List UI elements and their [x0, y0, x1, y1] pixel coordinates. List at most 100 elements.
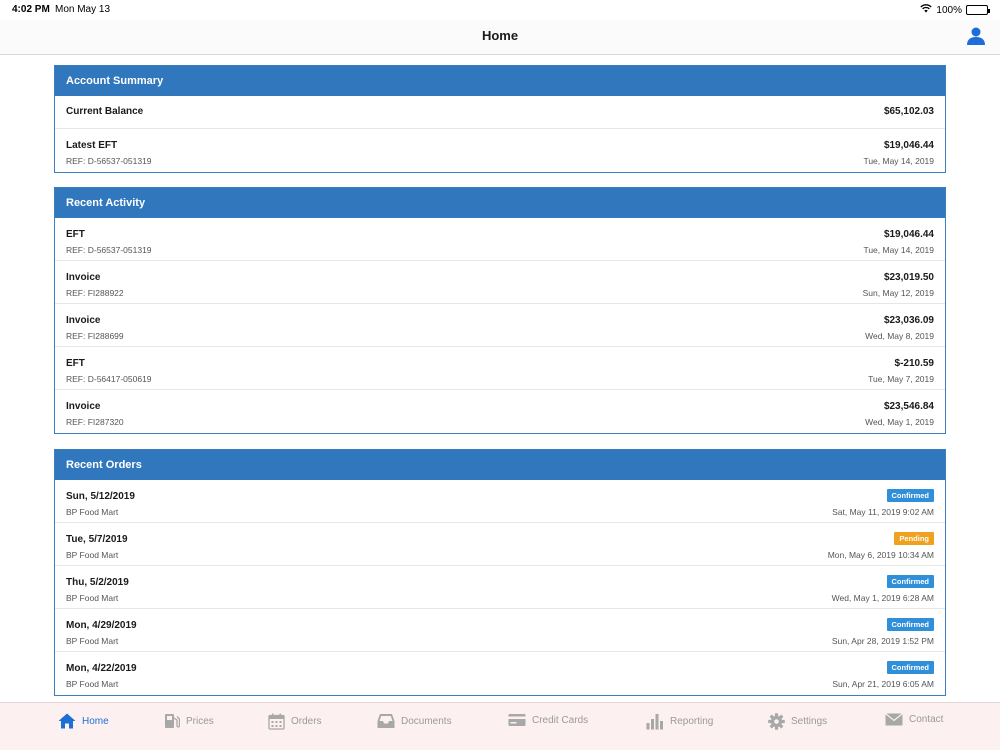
nav-bar: Home: [0, 20, 1000, 55]
account-summary-card: Account Summary Current Balance $65,102.…: [54, 65, 946, 173]
order-store: BP Food Mart: [66, 550, 119, 560]
inbox-icon: [377, 714, 395, 728]
list-item[interactable]: Invoice REF: FI288922 $23,019.50 Sun, Ma…: [55, 261, 945, 304]
order-timestamp: Sun, Apr 28, 2019 1:52 PM: [831, 636, 934, 646]
recent-orders-header: Recent Orders: [55, 450, 945, 480]
current-balance-label: Current Balance: [66, 106, 144, 117]
envelope-icon: [885, 713, 903, 726]
list-item[interactable]: Invoice REF: FI288699 $23,036.09 Wed, Ma…: [55, 304, 945, 347]
battery-percent: 100%: [936, 4, 962, 16]
latest-eft-row[interactable]: Latest EFT REF: D-56537-051319 $19,046.4…: [55, 129, 945, 172]
tab-documents[interactable]: Documents: [377, 713, 452, 729]
list-item[interactable]: Tue, 5/7/2019 BP Food Mart Pending Mon, …: [55, 523, 945, 566]
activity-date: Tue, May 14, 2019: [863, 245, 934, 255]
user-profile-button[interactable]: [966, 26, 986, 46]
order-store: BP Food Mart: [66, 593, 119, 603]
order-date: Sun, 5/12/2019: [66, 491, 135, 502]
activity-amount: $23,036.09: [883, 315, 934, 326]
activity-amount: $23,019.50: [883, 272, 934, 283]
bar-chart-icon: [646, 714, 663, 730]
order-timestamp: Wed, May 1, 2019 6:28 AM: [831, 593, 934, 603]
order-timestamp: Sat, May 11, 2019 9:02 AM: [832, 507, 934, 517]
order-store: BP Food Mart: [66, 679, 119, 689]
activity-ref: REF: FI288699: [66, 331, 124, 341]
tab-orders[interactable]: Orders: [268, 713, 322, 730]
tab-label: Prices: [186, 715, 214, 727]
status-badge: Confirmed: [886, 489, 934, 502]
order-store: BP Food Mart: [66, 636, 119, 646]
main-content: Account Summary Current Balance $65,102.…: [0, 55, 1000, 702]
activity-type: EFT: [66, 358, 85, 369]
activity-type: Invoice: [66, 272, 101, 283]
activity-ref: REF: FI287320: [66, 417, 124, 427]
activity-amount: $19,046.44: [883, 229, 934, 240]
tab-label: Home: [82, 715, 109, 727]
recent-activity-card: Recent Activity EFT REF: D-56537-051319 …: [54, 187, 946, 434]
activity-amount: $23,546.84: [883, 401, 934, 412]
status-right: 100%: [920, 4, 990, 16]
order-timestamp: Mon, May 6, 2019 10:34 AM: [827, 550, 934, 560]
gear-icon: [768, 713, 785, 730]
activity-date: Tue, May 7, 2019: [868, 374, 934, 384]
list-item[interactable]: Thu, 5/2/2019 BP Food Mart Confirmed Wed…: [55, 566, 945, 609]
recent-orders-card: Recent Orders Sun, 5/12/2019 BP Food Mar…: [54, 449, 946, 696]
tab-label: Credit Cards: [532, 714, 589, 726]
recent-activity-header: Recent Activity: [55, 188, 945, 218]
tab-credit-cards[interactable]: Credit Cards: [508, 713, 588, 727]
tab-reporting[interactable]: Reporting: [646, 713, 713, 730]
activity-ref: REF: D-56537-051319: [66, 245, 152, 255]
tab-label: Settings: [791, 716, 828, 727]
order-date: Tue, 5/7/2019: [66, 534, 128, 545]
activity-type: Invoice: [66, 315, 101, 326]
tab-label: Contact: [909, 714, 944, 725]
activity-amount: $-210.59: [894, 358, 934, 369]
list-item[interactable]: Invoice REF: FI287320 $23,546.84 Wed, Ma…: [55, 390, 945, 433]
tab-contact[interactable]: Contact: [885, 713, 943, 726]
latest-eft-value: $19,046.44: [883, 140, 934, 151]
calendar-icon: [268, 713, 285, 730]
activity-type: EFT: [66, 229, 85, 240]
fuel-pump-icon: [165, 714, 180, 728]
status-badge: Confirmed: [886, 661, 934, 674]
activity-type: Invoice: [66, 401, 101, 412]
tab-prices[interactable]: Prices: [164, 713, 214, 729]
latest-eft-ref: REF: D-56537-051319: [66, 156, 152, 166]
order-date: Thu, 5/2/2019: [66, 577, 129, 588]
status-badge: Confirmed: [886, 618, 934, 631]
status-badge: Confirmed: [886, 575, 934, 588]
order-timestamp: Sun, Apr 21, 2019 6:05 AM: [832, 679, 934, 689]
latest-eft-label: Latest EFT: [66, 140, 118, 151]
tab-label: Documents: [401, 715, 452, 727]
list-item[interactable]: Mon, 4/29/2019 BP Food Mart Confirmed Su…: [55, 609, 945, 652]
activity-date: Wed, May 8, 2019: [865, 331, 934, 341]
activity-date: Sun, May 12, 2019: [862, 288, 934, 298]
tab-bar: Home Prices Orders Documents Credit Card…: [0, 702, 1000, 750]
activity-ref: REF: FI288922: [66, 288, 124, 298]
home-icon: [58, 713, 76, 729]
battery-icon: [966, 5, 990, 15]
activity-ref: REF: D-56417-050619: [66, 374, 152, 384]
list-item[interactable]: Mon, 4/22/2019 BP Food Mart Confirmed Su…: [55, 652, 945, 695]
status-date: Mon May 13: [55, 4, 111, 15]
activity-date: Wed, May 1, 2019: [865, 417, 934, 427]
tab-label: Orders: [291, 716, 322, 727]
credit-card-icon: [508, 714, 526, 726]
list-item[interactable]: EFT REF: D-56537-051319 $19,046.44 Tue, …: [55, 218, 945, 261]
current-balance-row: Current Balance $65,102.03: [55, 96, 945, 129]
page-title: Home: [481, 28, 519, 43]
status-badge: Pending: [894, 532, 934, 545]
list-item[interactable]: Sun, 5/12/2019 BP Food Mart Confirmed Sa…: [55, 480, 945, 523]
latest-eft-date: Tue, May 14, 2019: [863, 156, 934, 166]
tab-home[interactable]: Home: [58, 713, 109, 729]
wifi-icon: [920, 4, 933, 16]
tab-label: Reporting: [670, 716, 714, 727]
order-date: Mon, 4/29/2019: [66, 620, 137, 631]
account-summary-header: Account Summary: [55, 66, 945, 96]
status-bar: 4:02 PM Mon May 13 100%: [0, 0, 1000, 20]
user-icon[interactable]: [966, 26, 986, 46]
tab-settings[interactable]: Settings: [768, 713, 827, 730]
current-balance-value: $65,102.03: [883, 106, 934, 117]
order-date: Mon, 4/22/2019: [66, 663, 137, 674]
order-store: BP Food Mart: [66, 507, 119, 517]
list-item[interactable]: EFT REF: D-56417-050619 $-210.59 Tue, Ma…: [55, 347, 945, 390]
